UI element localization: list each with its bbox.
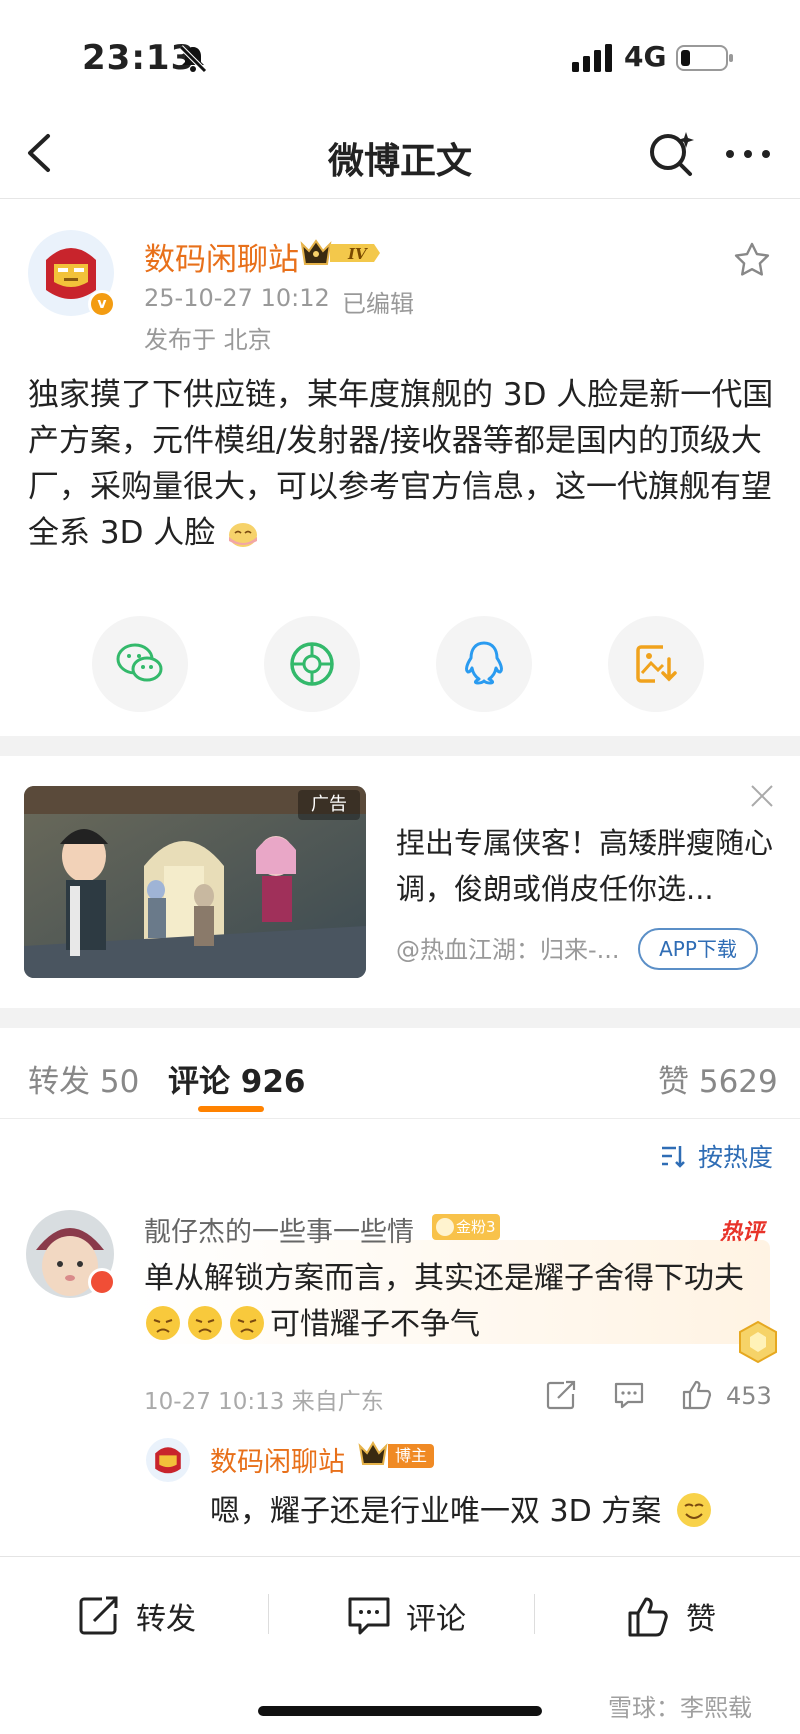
repost-button[interactable]: 转发 — [76, 1592, 196, 1640]
nav-divider — [0, 198, 800, 199]
comment-like-count: 453 — [726, 1382, 772, 1410]
comment-line-2-text: 可惜耀子不争气 — [270, 1307, 480, 1342]
comment-time: 10-27 10:13 来自广东 — [144, 1389, 384, 1415]
comment-line-1: 单从解锁方案而言，其实还是耀子舍得下功夫 — [144, 1261, 744, 1296]
ad-title[interactable]: 捏出专属侠客！高矮胖瘦随心调，俊朗或俏皮任你选... — [396, 820, 776, 912]
reply-author-name[interactable]: 数码闲聊站 — [210, 1440, 345, 1479]
sort-icon[interactable] — [660, 1142, 688, 1170]
bar-separator — [268, 1594, 269, 1634]
close-ad-icon[interactable] — [748, 782, 776, 810]
post-body: 独家摸了下供应链，某年度旗舰的 3D 人脸是新一代国产方案，元件模组/发射器/接… — [28, 372, 776, 556]
ad-source[interactable]: @热血江湖：归来-... — [396, 930, 626, 965]
medal-icon — [739, 1320, 777, 1364]
hot-comment-tag: 热评 — [720, 1220, 765, 1245]
reply-comment-icon[interactable] — [612, 1378, 646, 1412]
share-wechat-button[interactable] — [92, 616, 188, 712]
network-type: 4G — [624, 40, 667, 73]
like-comment-icon[interactable] — [680, 1378, 714, 1412]
post-timestamp: 25-10-27 10:12 — [144, 284, 330, 312]
cry-emoji-icon — [230, 1306, 264, 1340]
crown-level-badge: IV — [300, 239, 380, 265]
reply-text: 嗯，耀子还是行业唯一双 3D 方案 — [210, 1486, 717, 1530]
tabs-divider — [0, 1118, 800, 1119]
fan-badge-icon — [436, 1218, 454, 1236]
scroll-fade — [0, 1528, 800, 1556]
commenter-name[interactable]: 靓仔杰的一些事一些情 — [144, 1210, 414, 1249]
shy-emoji-icon — [229, 523, 258, 547]
reply-author-avatar[interactable] — [146, 1438, 190, 1482]
post-text: 独家摸了下供应链，某年度旗舰的 3D 人脸是新一代国产方案，元件模组/发射器/接… — [28, 377, 774, 551]
qq-icon — [465, 641, 503, 685]
save-image-button[interactable] — [608, 616, 704, 712]
share-moments-button[interactable] — [264, 616, 360, 712]
section-separator — [0, 736, 800, 756]
wechat-icon — [116, 643, 163, 682]
share-qq-button[interactable] — [436, 616, 532, 712]
tab-comments[interactable]: 评论 926 — [168, 1056, 306, 1101]
repost-icon — [79, 1596, 118, 1635]
svg-text:IV: IV — [347, 245, 368, 263]
share-comment-icon[interactable] — [544, 1378, 578, 1412]
like-button[interactable]: 赞 — [626, 1592, 716, 1640]
comment-text: 单从解锁方案而言，其实还是耀子舍得下功夫 可惜耀子不争气 — [144, 1256, 764, 1348]
tab-likes[interactable]: 赞 5629 — [658, 1056, 778, 1101]
repost-label: 转发 — [136, 1602, 196, 1637]
comment-icon — [348, 1597, 390, 1635]
ad-tag: 广告 — [298, 790, 360, 820]
crown-icon — [358, 1441, 388, 1465]
cry-emoji-icon — [146, 1306, 180, 1340]
thumbs-up-icon — [628, 1597, 668, 1637]
comment-label: 评论 — [406, 1602, 466, 1637]
app-download-button[interactable]: APP下载 — [638, 928, 758, 970]
watermark: 雪球：李熙载 — [608, 1694, 752, 1722]
signal-icon — [572, 44, 612, 72]
home-indicator[interactable] — [258, 1706, 542, 1716]
more-options-icon[interactable] — [722, 136, 774, 172]
battery-icon — [676, 45, 733, 71]
tab-repost[interactable]: 转发 50 — [28, 1056, 139, 1101]
sort-by-hot[interactable]: 按热度 — [698, 1138, 773, 1174]
bar-separator — [534, 1594, 535, 1634]
active-tab-indicator — [198, 1106, 264, 1112]
save-image-icon — [636, 645, 677, 683]
member-badge — [88, 1268, 116, 1296]
section-separator — [0, 1008, 800, 1028]
comment-line-2: 可惜耀子不争气 — [144, 1302, 764, 1348]
verified-badge: v — [88, 290, 116, 318]
blogger-badge: 博主 — [388, 1444, 434, 1468]
comment-button[interactable]: 评论 — [346, 1592, 466, 1640]
smile-emoji-icon — [676, 1493, 711, 1527]
author-name[interactable]: 数码闲聊站 — [144, 234, 299, 279]
cry-emoji-icon — [188, 1306, 222, 1340]
moments-icon — [290, 642, 334, 686]
mute-bell-icon — [179, 45, 207, 73]
search-icon[interactable] — [646, 128, 698, 180]
like-label: 赞 — [686, 1602, 716, 1637]
post-location: 发布于 北京 — [144, 326, 272, 354]
favorite-star-icon[interactable] — [732, 240, 772, 280]
edited-label[interactable]: 已编辑 — [342, 284, 414, 319]
reply-text-content: 嗯，耀子还是行业唯一双 3D 方案 — [210, 1494, 662, 1529]
